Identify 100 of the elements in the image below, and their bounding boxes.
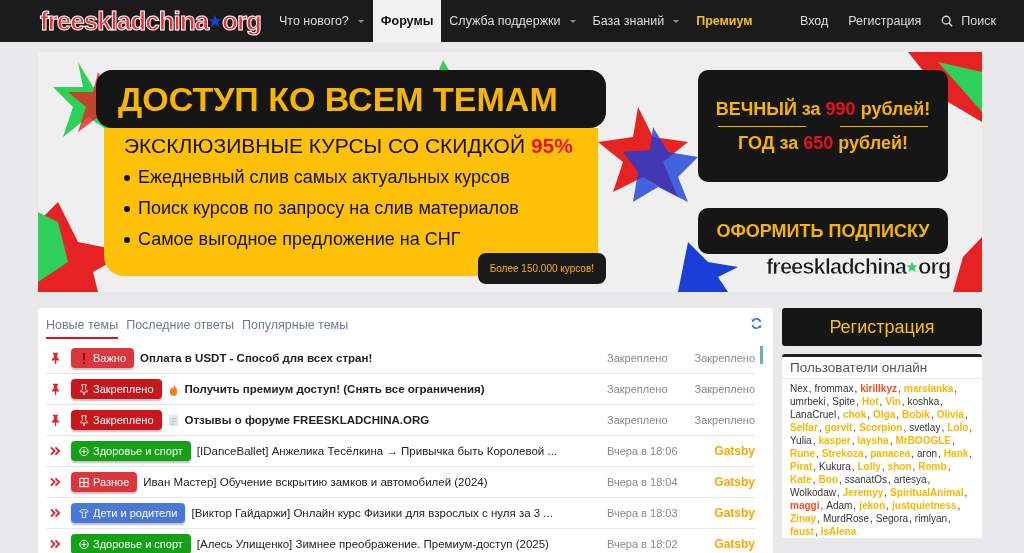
username-link[interactable]: LanaCruel <box>790 408 837 421</box>
username-link[interactable]: svetlay <box>909 421 941 434</box>
username-link[interactable]: Nex <box>790 382 808 395</box>
username-link[interactable]: kirillkyz <box>860 382 897 395</box>
thread-date: Закреплено <box>607 352 669 364</box>
comma-separator: , <box>816 447 819 460</box>
username-link[interactable]: rimlyan <box>914 512 948 525</box>
thread-title-link[interactable]: Получить премиум доступ! (Снять все ограничения) <box>184 383 601 395</box>
thread-title-link[interactable]: Отзывы о форуме FREESKLADCHINA.ORG <box>184 414 601 426</box>
author-link[interactable]: Закреплено <box>689 352 755 364</box>
banner-logo: freeskladchina org <box>766 254 951 280</box>
caret-icon <box>568 18 577 24</box>
author-link[interactable]: Закреплено <box>689 383 755 395</box>
comma-separator: , <box>818 421 822 434</box>
username-link[interactable]: Segora <box>875 512 909 525</box>
caret-icon <box>672 18 681 24</box>
login-link[interactable]: Вход <box>792 0 837 42</box>
pin-icon <box>50 352 61 364</box>
document-icon <box>167 413 179 427</box>
search-button[interactable]: Поиск <box>933 0 1004 42</box>
thread-title-link[interactable]: Иван Мастер] Обучение вскрытию замков и автомобилей (2024) <box>143 476 601 488</box>
nav-tab[interactable]: Премиум <box>688 0 761 42</box>
thread-title-link[interactable]: [Алесь Улищенко] Зимнее преображение. Премиум-доступ (2025) <box>196 538 601 550</box>
thread-date: Вчера в 18:04 <box>607 476 679 488</box>
comma-separator: , <box>938 447 941 460</box>
prefix-label[interactable]: Закреплено <box>71 410 162 430</box>
prefix-label[interactable]: Дети и родители <box>71 503 186 523</box>
comma-separator: , <box>940 395 944 408</box>
nav-tab[interactable]: Форумы <box>372 0 442 42</box>
register-link[interactable]: Регистрация <box>840 0 930 42</box>
bullet-icon <box>124 174 130 181</box>
thread-tab[interactable]: Последние ответы <box>126 318 235 337</box>
prefix-label[interactable]: Здоровье и спорт <box>71 441 191 461</box>
username-link[interactable]: Spite <box>832 395 856 408</box>
username-link[interactable]: ssanatOs <box>844 473 887 486</box>
thread-date: Закреплено <box>607 383 669 395</box>
prefix-label[interactable]: Разное <box>71 472 138 492</box>
comma-separator: , <box>889 434 893 447</box>
prefix-label[interactable]: Важно <box>71 348 134 368</box>
thread-date: Закреплено <box>607 414 669 426</box>
username-link[interactable]: Yulia <box>790 434 812 447</box>
username-link[interactable]: koshka <box>907 395 940 408</box>
thread-title-link[interactable]: [Виктор Гайдаржи] Онлайн курс Физики для взрослых с нуля за 3 ... <box>191 507 601 519</box>
thread-title-link[interactable]: [IDanceBallet] Анжелика Тесёлкина → Привычка быть Королевой ... <box>196 445 601 457</box>
comma-separator: , <box>964 408 968 421</box>
banner-bullet-text: Поиск курсов по запросу на слив материалов <box>138 197 519 220</box>
comma-separator: , <box>812 434 816 447</box>
comma-separator: , <box>813 460 816 473</box>
comma-separator: , <box>887 473 891 486</box>
author-link[interactable]: Закреплено <box>689 414 755 426</box>
search-icon <box>941 15 954 27</box>
nav-tab[interactable]: База знаний <box>584 0 689 42</box>
username-link[interactable]: artesya <box>893 473 927 486</box>
comma-separator: , <box>903 421 907 434</box>
username-link[interactable]: Adam <box>826 499 853 512</box>
nav-tab[interactable]: Что нового? <box>271 0 373 42</box>
advertising-banner[interactable] <box>38 52 982 292</box>
thread-title-link[interactable]: Оплата в USDT - Способ для всех стран! <box>140 352 601 364</box>
comma-separator: , <box>954 382 957 395</box>
thread-tab[interactable]: Новые темы <box>46 318 119 339</box>
nav-tab[interactable]: Служба поддержки <box>441 0 585 42</box>
comma-separator: , <box>864 447 868 460</box>
username-link[interactable]: MurdRose <box>822 512 870 525</box>
price-text: ГОД за 650 рублей! <box>737 132 908 154</box>
pin-icon <box>50 414 61 426</box>
comma-separator: , <box>941 421 945 434</box>
banner-bullet-text: Ежедневный слив самых актуальных курсов <box>138 166 510 189</box>
scrollbar-thumb[interactable] <box>760 346 763 364</box>
comma-separator: , <box>820 499 824 512</box>
comma-separator: , <box>814 525 818 538</box>
prefix-label[interactable]: Здоровье и спорт <box>71 534 191 553</box>
register-button[interactable]: Регистрация <box>782 308 982 346</box>
prefix-label[interactable]: Закреплено <box>71 379 162 399</box>
comma-separator: , <box>870 512 873 525</box>
refresh-icon[interactable] <box>750 317 763 330</box>
comma-separator: , <box>812 473 816 486</box>
course-count-badge: Более 150.000 курсов! <box>477 253 606 284</box>
username-link[interactable]: Kukura <box>819 460 851 473</box>
thread-tab[interactable]: Популярные темы <box>242 318 349 337</box>
online-users-heading: Пользователи онлайн <box>782 357 982 379</box>
comma-separator: , <box>947 460 951 473</box>
comma-separator: , <box>952 434 955 447</box>
username-link[interactable]: umrbeki <box>790 395 826 408</box>
comma-separator: , <box>912 460 916 473</box>
grid-icon <box>79 476 89 488</box>
comma-separator: , <box>909 512 912 525</box>
username-link[interactable]: Wolkodaw <box>790 486 836 499</box>
plus-circle-icon <box>79 445 89 457</box>
comma-separator: , <box>884 486 888 499</box>
pin-icon <box>79 383 89 395</box>
username-link[interactable]: maggi <box>790 499 820 512</box>
comma-separator: , <box>969 447 973 460</box>
comma-separator: , <box>817 512 820 525</box>
comma-separator: , <box>896 408 900 421</box>
comma-separator: , <box>879 395 883 408</box>
username-link[interactable]: frommax <box>814 382 854 395</box>
comma-separator: , <box>927 473 931 486</box>
username-link[interactable]: aron <box>917 447 938 460</box>
site-logo[interactable]: freeskladchina org <box>40 5 261 37</box>
subscribe-button[interactable]: ОФОРМИТЬ ПОДПИСКУ <box>698 208 948 254</box>
